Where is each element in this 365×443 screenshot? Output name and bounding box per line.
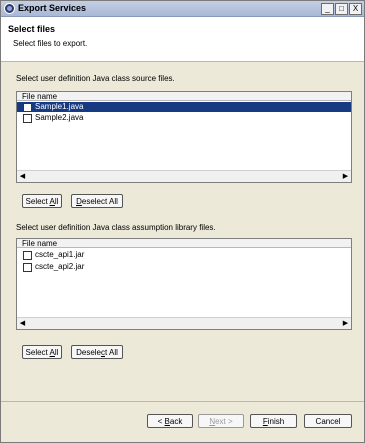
scroll-left-icon[interactable]: ◀ bbox=[18, 172, 27, 181]
button-text: < bbox=[157, 417, 165, 426]
file-name: Sample2.java bbox=[35, 113, 84, 122]
next-button[interactable]: Next > bbox=[198, 414, 244, 428]
app-icon bbox=[4, 3, 15, 14]
scroll-left-icon[interactable]: ◀ bbox=[18, 319, 27, 328]
checkbox[interactable] bbox=[23, 114, 32, 123]
button-text: Select bbox=[25, 348, 50, 357]
close-button[interactable]: X bbox=[349, 3, 362, 15]
wizard-header: Select files Select files to export. bbox=[1, 17, 364, 62]
source-select-all-button[interactable]: Select All bbox=[22, 194, 62, 208]
cancel-button[interactable]: Cancel bbox=[304, 414, 352, 428]
page-subtitle: Select files to export. bbox=[13, 39, 88, 48]
library-section-label: Select user definition Java class assump… bbox=[16, 223, 216, 232]
button-text: ext > bbox=[215, 417, 233, 426]
finish-button[interactable]: Finish bbox=[250, 414, 297, 428]
button-text: ack bbox=[169, 417, 183, 426]
button-text: Desele bbox=[76, 348, 101, 357]
button-text: ll bbox=[54, 197, 59, 206]
file-name: cscte_api2.jar bbox=[35, 262, 85, 271]
checkbox[interactable] bbox=[23, 263, 32, 272]
table-row[interactable]: cscte_api1.jar bbox=[17, 250, 351, 260]
button-text: Select bbox=[25, 197, 50, 206]
title-bar[interactable]: Export Services _ □ X bbox=[1, 1, 364, 17]
library-select-all-button[interactable]: Select All bbox=[22, 345, 62, 359]
checkbox[interactable] bbox=[23, 251, 32, 260]
table-row[interactable]: Sample1.java bbox=[17, 102, 351, 112]
source-files-table[interactable]: File name Sample1.java Sample2.java ◀ ▶ bbox=[16, 91, 352, 183]
source-column-header: File name bbox=[17, 92, 351, 101]
file-name: cscte_api1.jar bbox=[35, 250, 85, 259]
library-deselect-all-button[interactable]: Deselect All bbox=[71, 345, 123, 359]
table-row[interactable]: Sample2.java bbox=[17, 113, 351, 123]
source-deselect-all-button[interactable]: Deselect All bbox=[71, 194, 123, 208]
scroll-right-icon[interactable]: ▶ bbox=[341, 319, 350, 328]
horizontal-scrollbar[interactable]: ◀ ▶ bbox=[17, 170, 351, 182]
library-column-header: File name bbox=[17, 239, 351, 248]
button-text: ll bbox=[54, 348, 59, 357]
table-row[interactable]: cscte_api2.jar bbox=[17, 262, 351, 272]
file-name: Sample1.java bbox=[35, 102, 84, 111]
maximize-button[interactable]: □ bbox=[335, 3, 348, 15]
window-title: Export Services bbox=[18, 3, 87, 13]
horizontal-scrollbar[interactable]: ◀ ▶ bbox=[17, 317, 351, 329]
page-title: Select files bbox=[8, 24, 56, 34]
library-files-table[interactable]: File name cscte_api1.jar cscte_api2.jar … bbox=[16, 238, 352, 330]
export-services-window: Export Services _ □ X Select files Selec… bbox=[0, 0, 365, 443]
button-text: inish bbox=[267, 417, 285, 426]
footer-separator bbox=[1, 401, 364, 402]
minimize-button[interactable]: _ bbox=[321, 3, 334, 15]
checkbox[interactable] bbox=[23, 103, 32, 112]
source-section-label: Select user definition Java class source… bbox=[16, 74, 175, 83]
button-text: eselect All bbox=[81, 197, 118, 206]
scroll-right-icon[interactable]: ▶ bbox=[341, 172, 350, 181]
back-button[interactable]: < Back bbox=[147, 414, 193, 428]
button-text: t All bbox=[105, 348, 118, 357]
